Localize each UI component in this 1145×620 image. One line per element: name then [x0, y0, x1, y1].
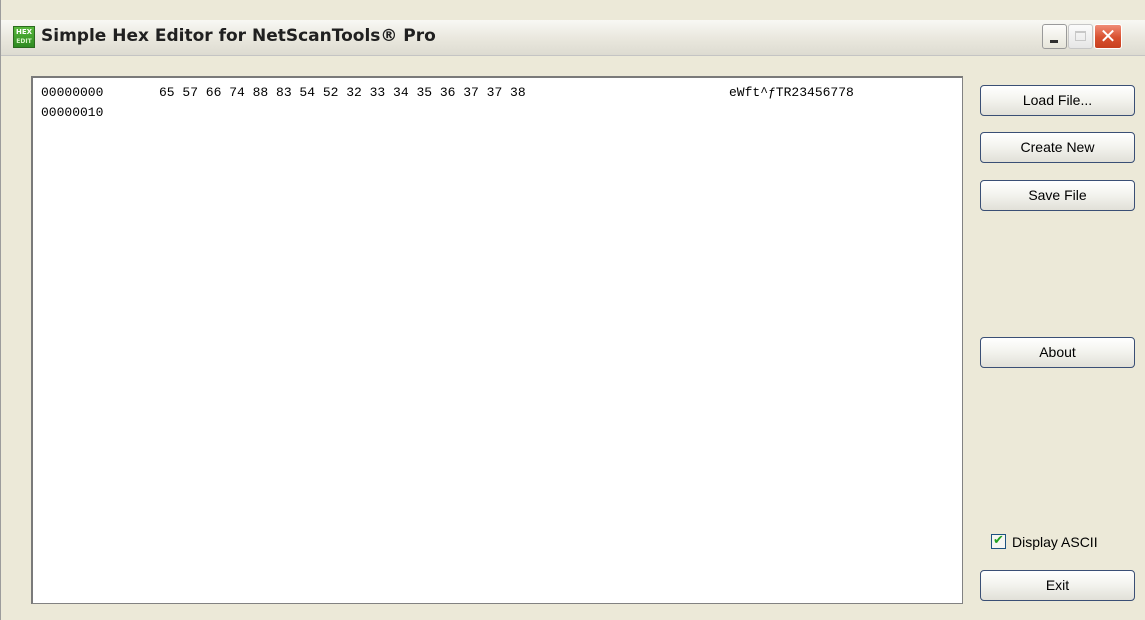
- hex-editor-window: HEX EDIT Simple Hex Editor for NetScanTo…: [0, 0, 1145, 620]
- close-icon[interactable]: ✕: [1094, 24, 1122, 49]
- checkmark-icon: ✔: [993, 533, 1004, 548]
- hex-edit-icon: HEX EDIT: [13, 26, 35, 48]
- hex-row-offset: 00000000: [41, 85, 104, 100]
- maximize-icon[interactable]: [1068, 24, 1093, 49]
- hex-row-bytes: 65 57 66 74 88 83 54 52 32 33 34 35 36 3…: [159, 85, 526, 100]
- exit-button[interactable]: Exit: [980, 570, 1135, 601]
- hex-row-ascii: eWft^ƒTR23456778: [729, 85, 854, 100]
- hex-row[interactable]: 00000010: [41, 104, 729, 122]
- create-new-button[interactable]: Create New: [980, 132, 1135, 163]
- display-ascii-label: Display ASCII: [1012, 534, 1098, 550]
- save-file-button[interactable]: Save File: [980, 180, 1135, 211]
- hex-row-offset: 00000010: [41, 105, 104, 120]
- hex-edit-icon-subtext: EDIT: [16, 38, 32, 45]
- hex-view[interactable]: 00000000 65 57 66 74 88 83 54 52 32 33 34…: [31, 76, 963, 604]
- hex-row[interactable]: 00000000 65 57 66 74 88 83 54 52 32 33 34…: [41, 84, 854, 102]
- window-title: Simple Hex Editor for NetScanTools® Pro: [41, 26, 436, 46]
- minimize-icon[interactable]: [1042, 24, 1067, 49]
- hex-edit-icon-text: HEX: [15, 28, 33, 36]
- title-bar[interactable]: HEX EDIT Simple Hex Editor for NetScanTo…: [1, 20, 1145, 56]
- about-button[interactable]: About: [980, 337, 1135, 368]
- display-ascii-checkbox[interactable]: ✔: [991, 533, 1006, 549]
- load-file-button[interactable]: Load File...: [980, 85, 1135, 116]
